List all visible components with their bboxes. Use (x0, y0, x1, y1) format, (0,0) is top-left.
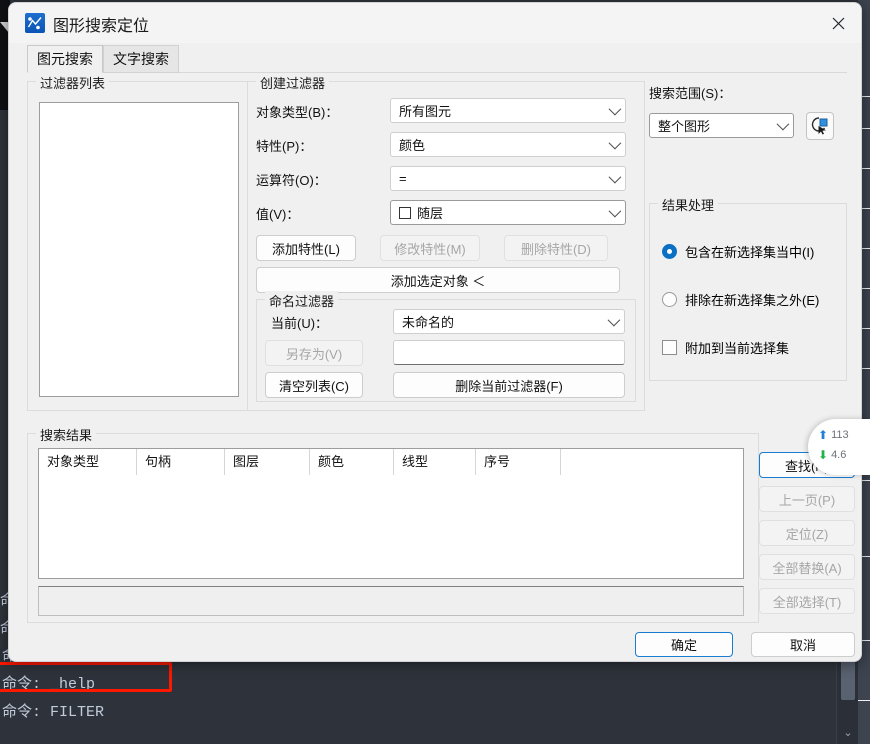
search-scope-label: 搜索范围(S)： (649, 86, 732, 101)
operator-value: = (399, 171, 407, 186)
object-type-label: 对象类型(B)： (256, 105, 339, 120)
delete-current-filter-button[interactable]: 删除当前过滤器(F) (393, 372, 625, 398)
column-header-extra[interactable] (561, 449, 743, 475)
column-header-layer[interactable]: 图层 (225, 449, 310, 475)
radio-label: 排除在新选择集之外(E) (685, 293, 820, 308)
search-scope-select[interactable]: 整个图形 (649, 113, 794, 138)
radio-exclude-from-new-selection[interactable]: 排除在新选择集之外(E) (662, 290, 819, 309)
chevron-down-icon (608, 170, 622, 183)
radio-indicator (662, 244, 677, 259)
filter-list-box[interactable] (39, 102, 239, 397)
column-header-linetype[interactable]: 线型 (394, 449, 476, 475)
create-filter-group: 创建过滤器 对象类型(B)： 所有图元 特性(P)： 颜色 运算符(O)： = … (247, 73, 645, 411)
chevron-down-icon (608, 204, 622, 217)
current-filter-label: 当前(U)： (271, 316, 329, 331)
add-selected-object-button[interactable]: 添加选定对象 ＜ (256, 267, 620, 293)
results-table[interactable]: 对象类型 句柄 图层 颜色 线型 序号 (38, 448, 744, 579)
clear-list-button[interactable]: 清空列表(C) (265, 372, 363, 398)
result-handling-legend: 结果处理 (658, 195, 719, 214)
results-table-header: 对象类型 句柄 图层 颜色 线型 序号 (39, 449, 743, 475)
chevron-down-icon (776, 117, 790, 130)
arrow-up-icon: ⬆ (818, 428, 829, 442)
download-speed-value: 4.6 (831, 449, 847, 461)
property-select[interactable]: 颜色 (390, 132, 626, 157)
filter-list-legend: 过滤器列表 (36, 73, 110, 92)
command-highlight-box (0, 662, 172, 692)
radio-include-in-new-selection[interactable]: 包含在新选择集当中(I) (662, 242, 814, 261)
replace-all-button: 全部替换(A) (759, 554, 855, 580)
download-speed-row: ⬇ 4.6 (818, 445, 870, 465)
column-header-object-type[interactable]: 对象类型 (39, 449, 137, 475)
results-status-field[interactable] (38, 586, 744, 616)
page-title: 图形搜索定位 (53, 18, 150, 35)
tab-element-search[interactable]: 图元搜索 (27, 45, 103, 73)
property-label: 特性(P)： (256, 139, 313, 154)
color-swatch-icon (399, 206, 411, 219)
current-filter-value: 未命名的 (402, 315, 455, 330)
previous-page-button: 上一页(P) (759, 486, 855, 512)
network-speed-popup[interactable]: ⬆ 113 ⬇ 4.6 (808, 419, 870, 475)
create-filter-legend: 创建过滤器 (256, 73, 330, 92)
search-results-group: 搜索结果 对象类型 句柄 图层 颜色 线型 序号 (27, 425, 759, 623)
value-label: 值(V)： (256, 207, 300, 222)
cancel-button[interactable]: 取消 (751, 632, 855, 657)
search-scope-value: 整个图形 (658, 119, 711, 134)
select-all-button: 全部选择(T) (759, 588, 855, 614)
command-line: 命令: FILTER (2, 704, 105, 721)
named-filter-legend: 命名过滤器 (265, 291, 339, 310)
chevron-down-icon (608, 102, 622, 115)
scroll-down-icon[interactable]: ⌄ (837, 724, 859, 742)
search-results-legend: 搜索结果 (36, 425, 97, 444)
dialog-titlebar: 图形搜索定位 (9, 3, 861, 43)
result-handling-group: 结果处理 包含在新选择集当中(I) 排除在新选择集之外(E) 附加到当前选择集 (649, 195, 847, 381)
delete-property-button: 删除特性(D) (504, 235, 608, 261)
modify-property-button: 修改特性(M) (380, 235, 480, 261)
radio-label: 包含在新选择集当中(I) (685, 245, 815, 260)
locate-button: 定位(Z) (759, 520, 855, 546)
tab-text-search[interactable]: 文字搜索 (103, 45, 179, 73)
value-text: 随层 (417, 206, 444, 221)
filter-list-group: 过滤器列表 (27, 73, 249, 411)
filter-name-input[interactable] (393, 340, 625, 365)
add-property-button[interactable]: 添加特性(L) (256, 235, 356, 261)
tab-strip: 图元搜索 文字搜索 (27, 45, 847, 73)
chevron-down-icon (608, 136, 622, 149)
close-icon[interactable] (815, 3, 861, 43)
object-type-value: 所有图元 (399, 104, 452, 119)
column-header-index[interactable]: 序号 (476, 449, 561, 475)
upload-speed-row: ⬆ 113 (818, 425, 870, 445)
current-filter-select[interactable]: 未命名的 (393, 309, 625, 334)
graph-search-app-icon (25, 13, 45, 33)
graph-search-dialog: 图形搜索定位 图元搜索 文字搜索 过滤器列表 创建过滤器 对象类型(B)： 所有… (8, 2, 862, 662)
ok-button[interactable]: 确定 (635, 632, 733, 657)
column-header-handle[interactable]: 句柄 (137, 449, 225, 475)
save-as-button: 另存为(V) (265, 340, 363, 366)
checkbox-label: 附加到当前选择集 (685, 341, 790, 356)
property-value: 颜色 (399, 138, 426, 153)
named-filter-group: 命名过滤器 当前(U)： 未命名的 另存为(V) 清空列表(C) 删除当前过滤器… (256, 291, 636, 402)
radio-indicator (662, 292, 677, 307)
checkbox-append-to-current-selection[interactable]: 附加到当前选择集 (662, 338, 789, 357)
operator-label: 运算符(O)： (256, 173, 327, 188)
column-header-color[interactable]: 颜色 (310, 449, 394, 475)
upload-speed-value: 113 (831, 429, 849, 441)
pick-object-icon[interactable] (806, 112, 834, 140)
arrow-down-icon: ⬇ (818, 448, 829, 462)
value-select[interactable]: 随层 (390, 200, 626, 225)
operator-select[interactable]: = (390, 166, 626, 191)
object-type-select[interactable]: 所有图元 (390, 98, 626, 123)
chevron-down-icon (607, 313, 621, 326)
checkbox-indicator (662, 340, 677, 355)
